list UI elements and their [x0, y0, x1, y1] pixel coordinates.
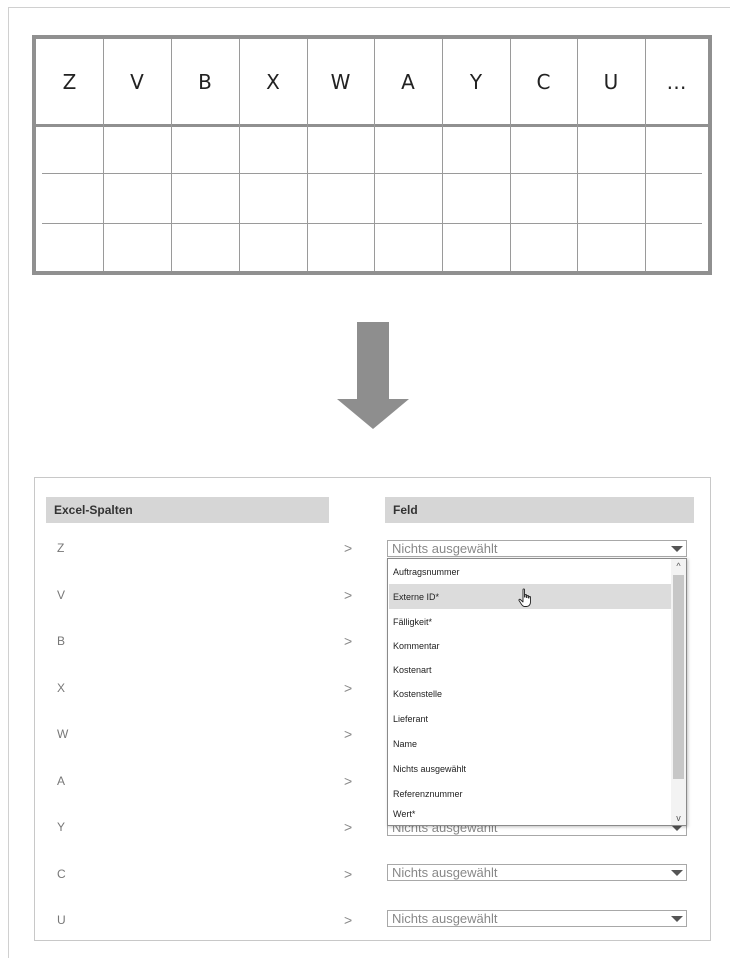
chevron-down-icon[interactable]	[671, 870, 683, 876]
dropdown-option[interactable]: Fälligkeit*	[389, 609, 672, 634]
dropdown-option[interactable]: Auftragsnummer	[389, 559, 672, 584]
grid-line	[171, 39, 172, 271]
dropdown-option[interactable]: Referenznummer	[389, 781, 672, 806]
mapping-arrow-icon: >	[344, 680, 353, 696]
mapping-arrow-icon: >	[344, 819, 353, 835]
mapping-row-label: U	[57, 913, 66, 927]
excel-table-illustration: Z V B X W A Y C U …	[32, 35, 712, 275]
field-select[interactable]: Nichts ausgewählt	[387, 864, 687, 881]
scroll-up-icon[interactable]: ^	[671, 559, 686, 573]
mapping-arrow-icon: >	[344, 633, 353, 649]
grid-line	[374, 39, 375, 271]
excel-column-header: C	[536, 69, 551, 94]
dropdown-option[interactable]: Wert*	[389, 804, 672, 824]
excel-column-header: W	[330, 69, 351, 94]
mapping-row-label: Y	[57, 820, 66, 834]
mapping-arrow-icon: >	[344, 726, 353, 742]
grid-line	[442, 39, 443, 271]
mapping-row-label: W	[57, 727, 69, 741]
excel-column-header: A	[401, 69, 415, 94]
dropdown-scrollbar[interactable]: ^ v	[671, 559, 686, 825]
grid-line	[510, 39, 511, 271]
dropdown-option[interactable]: Nichts ausgewählt	[389, 756, 672, 781]
excel-column-header: B	[198, 69, 212, 94]
frame-border-left	[8, 7, 9, 958]
scroll-thumb[interactable]	[673, 575, 684, 779]
mapping-row-label: A	[57, 774, 66, 788]
excel-column-header: …	[666, 69, 687, 94]
mapping-arrow-icon: >	[344, 773, 353, 789]
mapping-row-label: V	[57, 588, 66, 602]
down-arrow-head	[337, 399, 409, 429]
down-arrow-icon	[357, 322, 389, 400]
mapping-row-label: X	[57, 681, 66, 695]
mapping-row-label: B	[57, 634, 66, 648]
scroll-down-icon[interactable]: v	[671, 811, 686, 825]
mapping-arrow-icon: >	[344, 587, 353, 603]
excel-column-header: Z	[62, 69, 77, 94]
grid-line	[645, 39, 646, 271]
excel-column-header: Y	[469, 69, 483, 94]
mapping-arrow-icon: >	[344, 540, 353, 556]
field-select-value: Nichts ausgewählt	[392, 541, 498, 556]
dropdown-option[interactable]: Kostenart	[389, 657, 672, 682]
field-select-value: Nichts ausgewählt	[392, 865, 498, 880]
grid-line	[307, 39, 308, 271]
excel-columns-header: Excel-Spalten	[46, 497, 329, 523]
dropdown-option[interactable]: Kostenstelle	[389, 681, 672, 706]
field-select[interactable]: Nichts ausgewählt	[387, 540, 687, 557]
excel-header-row: Z V B X W A Y C U …	[36, 39, 708, 127]
field-header: Feld	[385, 497, 694, 523]
excel-column-header: V	[130, 69, 144, 94]
mapping-arrow-icon: >	[344, 912, 353, 928]
field-select-value: Nichts ausgewählt	[392, 911, 498, 926]
mapping-row-label: Z	[57, 541, 65, 555]
dropdown-option[interactable]: Lieferant	[389, 706, 672, 731]
grid-line	[103, 39, 104, 271]
field-dropdown-list[interactable]: Auftragsnummer Externe ID* Fälligkeit* K…	[387, 558, 687, 826]
chevron-down-icon[interactable]	[671, 546, 683, 552]
frame-border-top	[8, 7, 730, 8]
hand-pointer-icon	[518, 588, 531, 607]
dropdown-option[interactable]: Name	[389, 731, 672, 756]
mapping-row-label: C	[57, 867, 66, 881]
grid-line	[577, 39, 578, 271]
grid-line	[239, 39, 240, 271]
dropdown-option[interactable]: Kommentar	[389, 633, 672, 658]
grid-line	[42, 173, 702, 174]
excel-column-header: X	[266, 69, 280, 94]
chevron-down-icon[interactable]	[671, 916, 683, 922]
field-select[interactable]: Nichts ausgewählt	[387, 910, 687, 927]
mapping-arrow-icon: >	[344, 866, 353, 882]
excel-column-header: U	[603, 69, 619, 94]
grid-line	[42, 223, 702, 224]
